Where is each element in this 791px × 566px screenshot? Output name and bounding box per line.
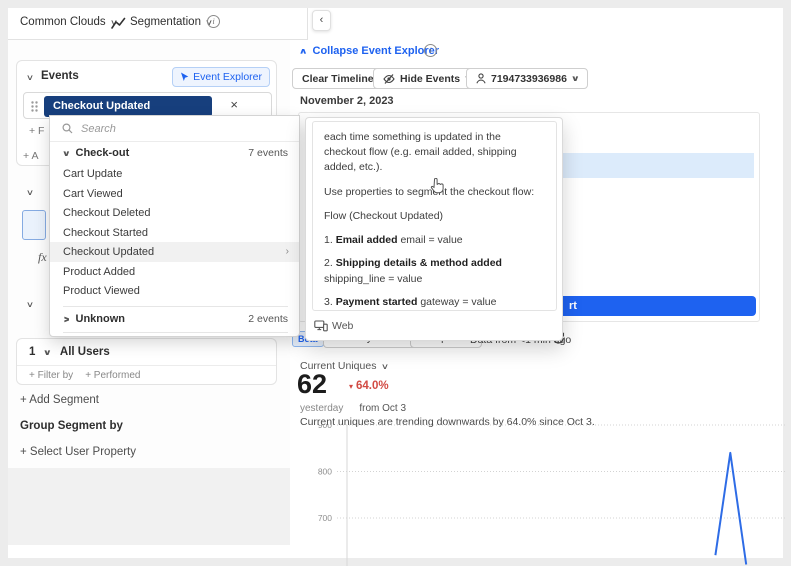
metric-period-row: yesterday from Oct 3 [300, 403, 406, 414]
dropdown-divider [63, 306, 288, 307]
metric-value: 62 [297, 369, 328, 399]
platform-label: Web [332, 320, 354, 332]
chevron-down-icon: ∨ [381, 361, 390, 371]
submenu-arrow-icon: › [285, 246, 289, 257]
event-explorer-label: Event Explorer [193, 71, 262, 83]
chevron-right-icon: ∨ [61, 314, 71, 324]
search-icon [62, 123, 73, 134]
event-option[interactable]: Product Added [50, 262, 299, 282]
chart-type-name: Segmentation [130, 16, 201, 28]
formula-button[interactable]: fx [38, 250, 47, 265]
eye-off-icon [383, 73, 395, 84]
collapse-event-explorer-label: Collapse Event Explorer [312, 45, 440, 57]
chevron-up-icon: ∨ [298, 46, 308, 56]
info-icon[interactable]: i [424, 44, 437, 57]
info-icon[interactable]: i [207, 15, 220, 28]
chevron-down-icon: ∨ [570, 74, 580, 83]
chevron-down-icon[interactable]: ∨ [43, 348, 52, 357]
segment-index: 1 [29, 346, 36, 358]
event-select-dropdown: Search ∨ Check-out 7 events Cart Update C… [49, 115, 300, 337]
svg-text:700: 700 [318, 513, 332, 523]
events-section-title: Events [41, 70, 79, 82]
flow-steps-list: 1. Email added email = value 2. Shipping… [324, 233, 545, 310]
event-option-highlighted[interactable]: Checkout Updated › [50, 242, 299, 262]
measure-selected-box[interactable] [22, 210, 46, 240]
segment-filter-by-link[interactable]: + Filter by [29, 370, 73, 381]
uniques-line-chart: 900 800 700 [318, 424, 785, 566]
segment-card: 1 ∨ All Users + Filter by + Performed [16, 338, 277, 385]
remove-event-icon[interactable]: × [230, 97, 238, 112]
pointer-icon [181, 72, 189, 81]
event-description-popover: each time something is updated in the ch… [305, 117, 563, 341]
event-group-unknown[interactable]: ∨ Unknown 2 events [50, 313, 299, 325]
period-label: yesterday [300, 403, 344, 414]
chevron-down-icon[interactable]: ∨ [26, 300, 34, 309]
hand-cursor-icon [430, 178, 444, 194]
project-selector[interactable]: Common Clouds ∨ [20, 16, 118, 28]
selected-event-pill[interactable]: Checkout Updated [44, 96, 212, 117]
metric-delta: ▾ 64.0% [349, 380, 389, 392]
description-paragraph: Flow (Checkout Updated) [324, 209, 444, 222]
sidebar-footer-area [8, 468, 290, 545]
description-paragraph: each time something is updated in the ch… [324, 131, 517, 174]
panel-separator [307, 8, 308, 40]
devices-icon [314, 320, 328, 332]
topbar-divider [8, 39, 307, 40]
event-option[interactable]: Cart Viewed [50, 184, 299, 204]
collapse-event-explorer-link[interactable]: ∨ Collapse Event Explorer [298, 45, 440, 57]
add-segment-link[interactable]: + Add Segment [20, 394, 99, 406]
group-segment-by-title: Group Segment by [20, 420, 123, 432]
triangle-down-icon: ▾ [349, 381, 354, 391]
platform-row: Web [314, 320, 353, 332]
timeline-date-header: November 2, 2023 [300, 95, 394, 107]
svg-text:900: 900 [318, 424, 332, 430]
compare-label: from Oct 3 [359, 403, 407, 414]
collapse-panel-button[interactable]: ‹ [312, 10, 331, 31]
flow-step: 2. Shipping details & method added shipp… [324, 257, 502, 285]
event-group-checkout[interactable]: ∨ Check-out 7 events [50, 147, 299, 159]
flow-step: 3. Payment started gateway = value [324, 295, 497, 308]
event-option[interactable]: Cart Update [50, 164, 299, 184]
segment-name[interactable]: All Users [60, 346, 110, 358]
segment-performed-link[interactable]: + Performed [85, 370, 140, 381]
drag-handle-icon[interactable] [30, 100, 39, 113]
svg-text:800: 800 [318, 467, 332, 477]
user-lookup-button[interactable]: 7194733936986 ∨ [466, 68, 589, 89]
filter-by-link[interactable]: + F [29, 125, 44, 137]
search-placeholder: Search [81, 122, 116, 135]
line-chart-icon [111, 17, 126, 30]
chevron-down-icon: ∨ [61, 148, 71, 158]
chevron-down-icon[interactable]: ∨ [26, 188, 34, 197]
group-count: 7 events [248, 147, 288, 159]
chevron-down-icon[interactable]: ∨ [26, 73, 34, 82]
group-name: Check-out [75, 147, 130, 159]
event-explorer-button[interactable]: Event Explorer [172, 67, 270, 87]
chart-type-selector[interactable]: Segmentation ∨ [130, 16, 213, 28]
group-count: 2 events [248, 313, 288, 325]
event-option[interactable]: Checkout Deleted [50, 203, 299, 223]
add-event-link[interactable]: + A [23, 150, 38, 162]
group-name: Unknown [75, 313, 126, 325]
event-description-scrollbox[interactable]: each time something is updated in the ch… [312, 121, 557, 311]
create-chart-label-partial: rt [569, 300, 577, 312]
clear-timeline-button[interactable]: Clear Timeline [292, 68, 384, 89]
flow-step: 1. Email added email = value [324, 234, 463, 247]
person-icon [476, 73, 486, 84]
project-name: Common Clouds [20, 16, 106, 28]
event-option[interactable]: Product Viewed [50, 281, 299, 301]
dropdown-divider [63, 332, 288, 333]
event-option[interactable]: Checkout Started [50, 223, 299, 243]
event-search-input[interactable]: Search [50, 116, 299, 142]
segment-divider [17, 365, 276, 366]
select-user-property-link[interactable]: + Select User Property [20, 446, 136, 458]
